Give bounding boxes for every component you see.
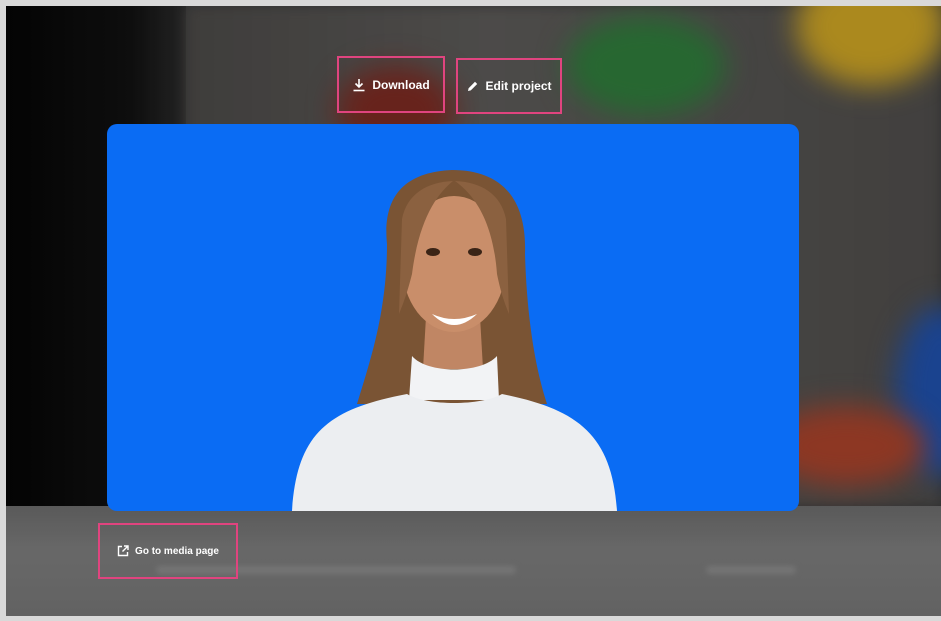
download-button[interactable]: Download bbox=[337, 56, 445, 113]
download-icon bbox=[352, 78, 366, 92]
download-label: Download bbox=[372, 77, 430, 92]
media-preview bbox=[107, 124, 799, 511]
go-to-media-page-link[interactable]: Go to media page bbox=[98, 523, 238, 579]
edit-project-button[interactable]: Edit project bbox=[456, 58, 562, 114]
edit-project-label: Edit project bbox=[485, 79, 552, 93]
go-to-media-page-label: Go to media page bbox=[135, 545, 219, 557]
pencil-icon bbox=[466, 80, 479, 93]
external-link-icon bbox=[117, 545, 129, 557]
person-image bbox=[292, 170, 617, 511]
